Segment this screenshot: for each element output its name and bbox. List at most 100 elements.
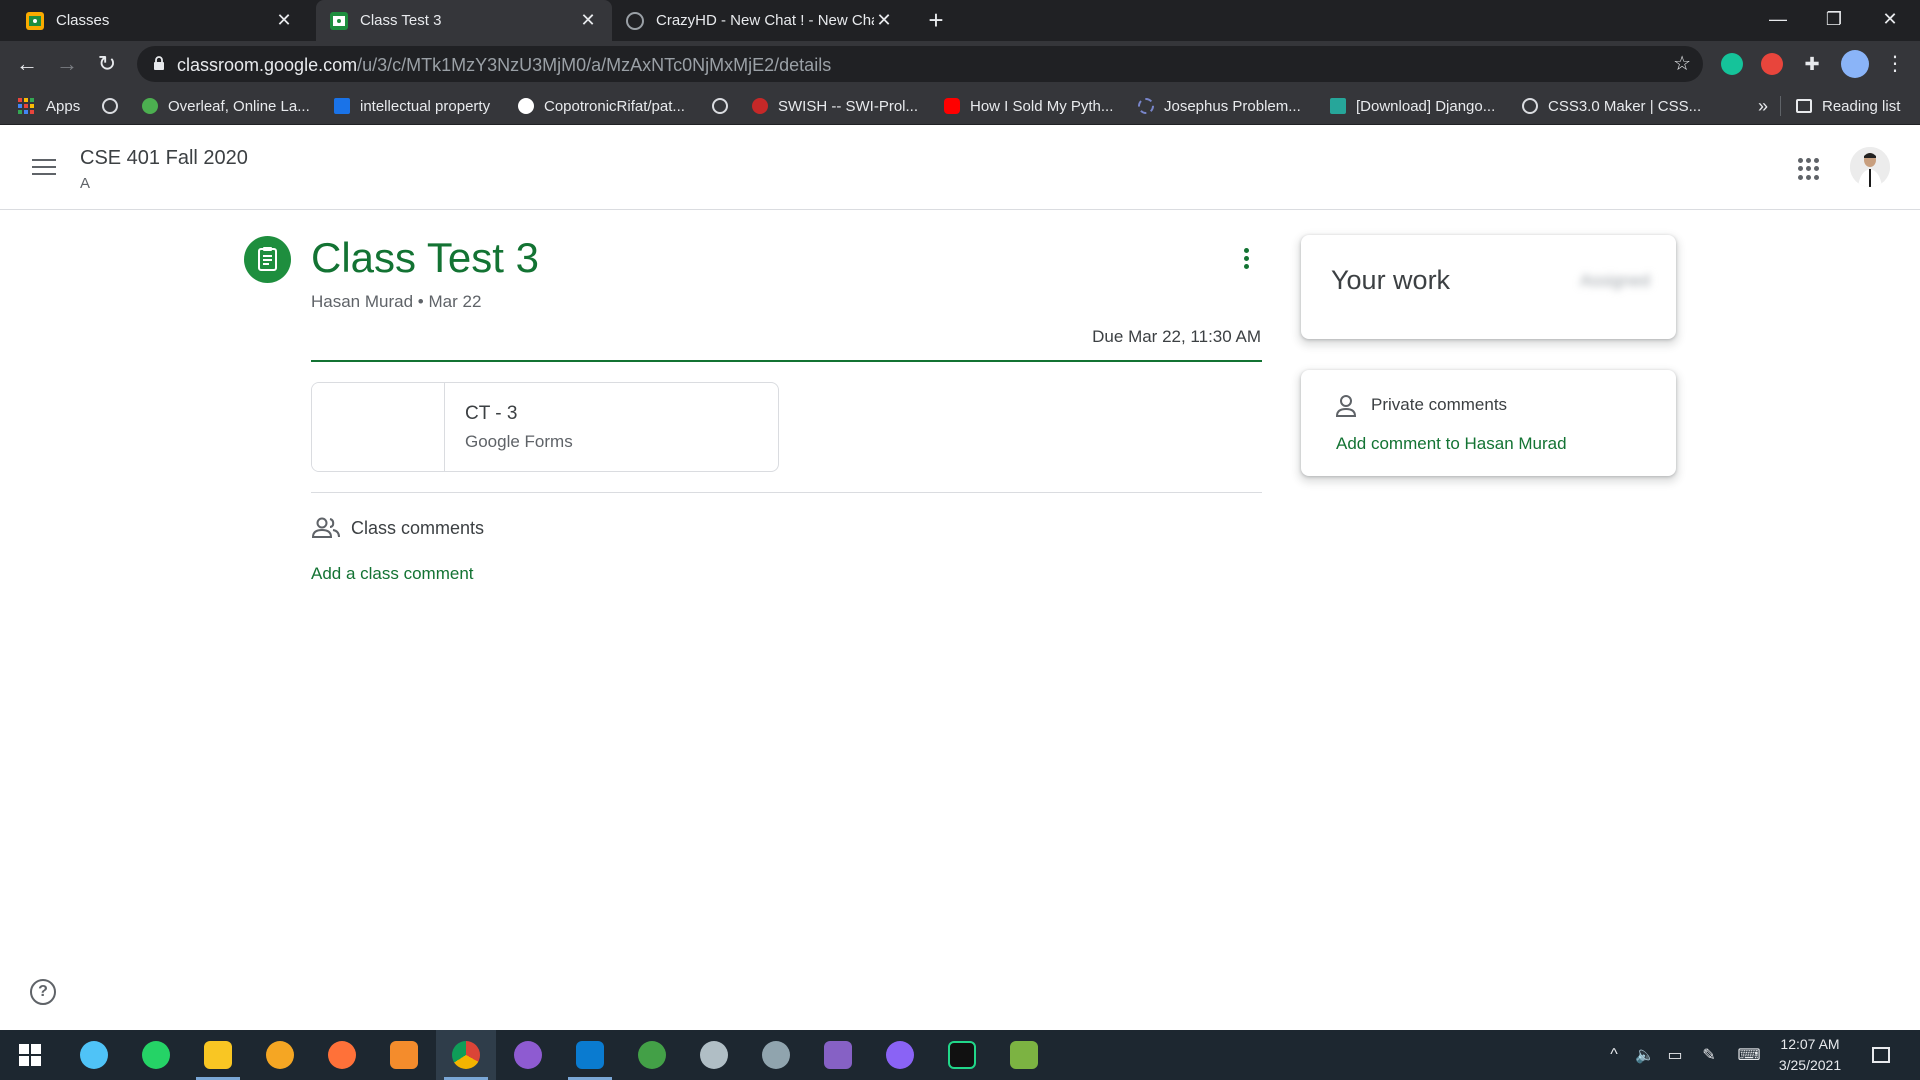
bookmark-globe-2[interactable] — [712, 87, 738, 125]
tab-crazyhd[interactable]: CrazyHD - New Chat ! - New Cha ✕ — [612, 0, 908, 41]
tab-classes[interactable]: Classes ✕ — [12, 0, 308, 41]
taskbar-visual-studio[interactable] — [808, 1030, 868, 1080]
google-apps-icon[interactable] — [1798, 158, 1820, 180]
bookmark-label: Overleaf, Online La... — [168, 97, 310, 115]
app-icon — [266, 1041, 294, 1069]
divider — [311, 360, 1262, 362]
divider — [311, 492, 1262, 493]
taskbar-file-explorer[interactable] — [188, 1030, 248, 1080]
notifications-icon[interactable] — [1864, 1030, 1898, 1080]
app-icon — [700, 1041, 728, 1069]
minimize-button[interactable]: — — [1750, 0, 1806, 41]
volume-icon[interactable]: 🔈 — [1632, 1030, 1658, 1080]
taskbar-clock[interactable]: 12:07 AM 3/25/2021 — [1770, 1034, 1850, 1076]
bookmark-overleaf[interactable]: Overleaf, Online La... — [142, 87, 310, 125]
taskbar-firefox[interactable] — [312, 1030, 372, 1080]
start-button[interactable] — [0, 1030, 60, 1080]
url-host: classroom.google.com — [177, 55, 358, 75]
taskbar-messenger[interactable] — [870, 1030, 930, 1080]
tab-close-icon[interactable]: ✕ — [874, 10, 894, 31]
app-icon — [638, 1041, 666, 1069]
class-section: A — [80, 175, 91, 192]
due-date: Due Mar 22, 11:30 AM — [1092, 327, 1261, 346]
puzzle-extensions-icon[interactable]: ✚ — [1801, 53, 1823, 75]
reading-list-icon — [1796, 99, 1812, 113]
bookmark-css3-maker[interactable]: CSS3.0 Maker | CSS... — [1522, 87, 1701, 125]
reload-button[interactable]: ↻ — [92, 49, 122, 79]
add-class-comment-link[interactable]: Add a class comment — [311, 564, 474, 584]
bookmark-label: [Download] Django... — [1356, 97, 1496, 115]
bookmarks-overflow-button[interactable]: » — [1758, 87, 1768, 125]
network-icon[interactable]: ▭ — [1662, 1030, 1688, 1080]
bookmark-label: Apps — [46, 97, 81, 115]
divider — [1780, 96, 1781, 116]
bookmark-label: Josephus Problem... — [1164, 97, 1301, 115]
folder-icon — [204, 1041, 232, 1069]
tab-close-icon[interactable]: ✕ — [274, 10, 294, 31]
new-tab-button[interactable]: + — [922, 6, 950, 34]
taskbar-chrome[interactable] — [436, 1030, 496, 1080]
github-desktop-icon — [514, 1041, 542, 1069]
private-comments-label: Private comments — [1371, 395, 1508, 414]
assignment-title: Class Test 3 — [311, 234, 539, 281]
messenger-icon — [886, 1041, 914, 1069]
chrome-icon — [452, 1041, 480, 1069]
taskbar-app-10[interactable] — [622, 1030, 682, 1080]
taskbar-app-16[interactable] — [994, 1030, 1054, 1080]
private-comments-card: Private comments Add comment to Hasan Mu… — [1301, 370, 1676, 476]
taskbar-app-4[interactable] — [250, 1030, 310, 1080]
attachment-card[interactable]: CT - 3 Google Forms — [311, 382, 779, 472]
bookmark-star-icon[interactable]: ☆ — [1673, 51, 1691, 76]
back-button[interactable]: ← — [12, 49, 42, 79]
pen-icon[interactable]: ✎ — [1696, 1030, 1722, 1080]
taskbar-app-11[interactable] — [684, 1030, 744, 1080]
bookmark-apps[interactable]: Apps — [18, 87, 80, 125]
tab-close-icon[interactable]: ✕ — [578, 10, 598, 31]
extension-icon[interactable] — [1761, 53, 1783, 75]
tab-class-test-3[interactable]: Class Test 3 ✕ — [316, 0, 612, 41]
show-hidden-icons-icon[interactable]: ^ — [1602, 1030, 1626, 1080]
keyboard-icon[interactable]: ⌨ — [1732, 1030, 1766, 1080]
browser-menu-icon[interactable]: ⋮ — [1880, 49, 1910, 79]
grammarly-extension-icon[interactable] — [1721, 53, 1743, 75]
download-site-icon — [1330, 98, 1346, 114]
pycharm-icon — [948, 1041, 976, 1069]
forward-button[interactable]: → — [52, 49, 82, 79]
bookmark-swish[interactable]: SWISH -- SWI-Prol... — [752, 87, 918, 125]
github-icon — [518, 98, 534, 114]
taskbar-app-6[interactable] — [374, 1030, 434, 1080]
close-window-button[interactable]: ✕ — [1862, 0, 1918, 41]
reading-list-button[interactable]: Reading list — [1796, 87, 1900, 125]
loading-icon — [1138, 98, 1154, 114]
main-menu-icon[interactable] — [32, 159, 56, 177]
apps-grid-icon — [18, 98, 34, 114]
taskbar-app-1[interactable] — [64, 1030, 124, 1080]
tab-title: Class Test 3 — [360, 12, 442, 29]
taskbar-github-desktop[interactable] — [498, 1030, 558, 1080]
bookmark-label: intellectual property — [360, 97, 491, 115]
class-title[interactable]: CSE 401 Fall 2020 — [80, 147, 248, 170]
restore-button[interactable]: ❐ — [1806, 0, 1862, 41]
add-private-comment-link[interactable]: Add comment to Hasan Murad — [1336, 434, 1567, 454]
scribd-icon — [334, 98, 350, 114]
bookmark-django[interactable]: [Download] Django... — [1330, 87, 1495, 125]
bookmark-intellectual-property[interactable]: intellectual property — [334, 87, 490, 125]
url-path: /u/3/c/MTk1MzY3NzU3MjM0/a/MzAxNTc0NjMxMj… — [357, 55, 832, 75]
windows-logo-icon — [19, 1044, 41, 1066]
account-avatar[interactable] — [1850, 147, 1890, 187]
profile-avatar[interactable] — [1841, 50, 1869, 78]
app-icon — [80, 1041, 108, 1069]
bookmark-globe[interactable] — [102, 87, 128, 125]
taskbar-whatsapp[interactable] — [126, 1030, 186, 1080]
bookmark-josephus[interactable]: Josephus Problem... — [1138, 87, 1301, 125]
bookmark-github[interactable]: CopotronicRifat/pat... — [518, 87, 685, 125]
bookmark-youtube[interactable]: How I Sold My Pyth... — [944, 87, 1113, 125]
taskbar-vscode[interactable] — [560, 1030, 620, 1080]
more-options-icon[interactable] — [1238, 248, 1254, 272]
browser-toolbar: ← → ↻ classroom.google.com/u/3/c/MTk1MzY… — [0, 41, 1920, 87]
address-bar[interactable]: classroom.google.com/u/3/c/MTk1MzY3NzU3M… — [137, 46, 1703, 82]
whatsapp-icon — [142, 1041, 170, 1069]
taskbar-pycharm[interactable] — [932, 1030, 992, 1080]
help-icon[interactable]: ? — [30, 979, 56, 1005]
taskbar-app-12[interactable] — [746, 1030, 806, 1080]
